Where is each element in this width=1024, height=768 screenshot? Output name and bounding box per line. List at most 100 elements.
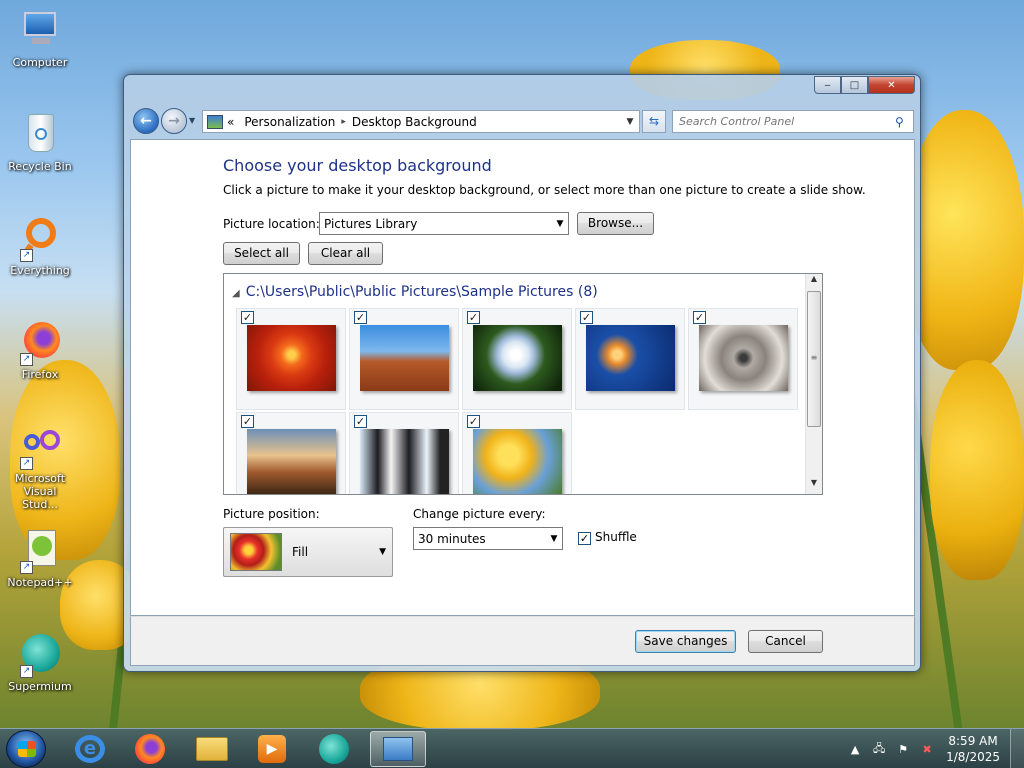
search-icon[interactable]: ⚲ (895, 115, 913, 129)
control-panel-icon (383, 737, 413, 761)
scrollbar-thumb[interactable]: ≡ (807, 291, 821, 427)
desktop-icon-everything[interactable]: ↗ Everything (4, 216, 76, 277)
address-overflow-chevron[interactable]: « (227, 115, 234, 129)
picture-checkbox[interactable]: ✓ (354, 311, 367, 324)
scroll-up-icon[interactable]: ▲ (806, 274, 822, 290)
picture-checkbox[interactable]: ✓ (467, 311, 480, 324)
picture-tile-koala[interactable]: ✓ (688, 308, 798, 410)
address-bar[interactable]: « Personalization ▸ Desktop Background ▼ (202, 110, 640, 133)
clear-all-button[interactable]: Clear all (308, 242, 383, 265)
taskbar-firefox[interactable] (122, 731, 178, 767)
clock[interactable]: 8:59 AM 1/8/2025 (946, 733, 1000, 765)
cancel-button[interactable]: Cancel (748, 630, 823, 653)
firefox-icon (135, 734, 165, 764)
picture-checkbox[interactable]: ✓ (241, 415, 254, 428)
position-preview-thumbnail (230, 533, 282, 571)
desktop-icon-computer[interactable]: Computer (4, 8, 76, 69)
breadcrumb-desktop-background[interactable]: Desktop Background (352, 115, 477, 129)
shortcut-arrow-icon: ↗ (20, 353, 33, 366)
clock-date: 1/8/2025 (946, 750, 1000, 764)
forward-button[interactable]: → (161, 108, 187, 134)
collapse-chevron-icon[interactable]: ◢ (232, 288, 240, 299)
network-icon[interactable]: 🖧 (870, 740, 888, 759)
recycle-bin-icon (18, 112, 62, 156)
shortcut-arrow-icon: ↗ (20, 665, 33, 678)
notepad-plus-plus-icon: ↗ (18, 528, 62, 574)
picture-tile-penguins[interactable]: ✓ (349, 412, 459, 494)
browse-button[interactable]: Browse... (577, 212, 654, 235)
scroll-down-icon[interactable]: ▼ (806, 478, 822, 494)
shuffle-checkbox[interactable]: ✓ (578, 532, 591, 545)
forward-arrow-icon: → (168, 113, 180, 129)
volume-muted-icon[interactable]: ✖ (918, 743, 936, 756)
shuffle-label[interactable]: Shuffle (595, 530, 637, 544)
firefox-icon: ↗ (18, 320, 62, 366)
refresh-button[interactable]: ⇆ (642, 110, 666, 133)
taskbar-windows-media-player[interactable]: ▶ (244, 731, 300, 767)
picture-checkbox[interactable]: ✓ (241, 311, 254, 324)
picture-checkbox[interactable]: ✓ (467, 415, 480, 428)
visual-studio-icon: ↗ (18, 424, 62, 470)
shortcut-arrow-icon: ↗ (20, 249, 33, 262)
desert-thumbnail (360, 325, 449, 391)
close-button[interactable]: ✕ (868, 76, 915, 94)
refresh-icon: ⇆ (648, 114, 660, 128)
desktop-icon-notepad-plus-plus[interactable]: ↗ Notepad++ (4, 528, 76, 589)
clock-time: 8:59 AM (948, 734, 998, 748)
dialog-footer: Save changes Cancel (130, 616, 915, 666)
picture-checkbox[interactable]: ✓ (354, 415, 367, 428)
taskbar-windows-explorer[interactable] (184, 731, 240, 767)
everything-icon: ↗ (18, 216, 62, 262)
picture-checkbox[interactable]: ✓ (693, 311, 706, 324)
picture-checkbox[interactable]: ✓ (580, 311, 593, 324)
select-all-button[interactable]: Select all (223, 242, 300, 265)
shortcut-arrow-icon: ↗ (20, 457, 33, 470)
group-header[interactable]: ◢ C:\Users\Public\Public Pictures\Sample … (232, 284, 598, 300)
picture-gallery[interactable]: ◢ C:\Users\Public\Public Pictures\Sample … (223, 273, 823, 495)
show-desktop-button[interactable] (1010, 729, 1024, 768)
desktop-background-window: ‒ □ ✕ ← → ▼ « Personalization ▸ Desktop … (123, 74, 921, 672)
lighthouse-thumbnail (247, 429, 336, 494)
chevron-down-icon: ▼ (550, 533, 558, 544)
show-hidden-icons-icon[interactable]: ▲ (846, 743, 864, 756)
shortcut-arrow-icon: ↗ (20, 561, 33, 574)
action-center-flag-icon[interactable]: ⚑ (894, 743, 912, 756)
navigation-bar: ← → ▼ « Personalization ▸ Desktop Backgr… (132, 106, 914, 134)
picture-tile-tulips[interactable]: ✓ (462, 412, 572, 494)
desktop-icon-supermium[interactable]: ↗ Supermium (4, 632, 76, 693)
address-dropdown-icon[interactable]: ▼ (621, 117, 639, 127)
change-picture-every-dropdown[interactable]: 30 minutes ▼ (413, 527, 563, 550)
picture-tile-chrysanthemum[interactable]: ✓ (236, 308, 346, 410)
picture-position-dropdown[interactable]: Fill ▼ (223, 527, 393, 577)
maximize-button[interactable]: □ (841, 76, 868, 94)
change-picture-every-value: 30 minutes (418, 531, 486, 546)
gallery-scrollbar[interactable]: ▲ ≡ ▼ (805, 274, 822, 494)
taskbar-internet-explorer[interactable]: e (62, 731, 118, 767)
desktop-icon-visual-studio[interactable]: ↗ Microsoft Visual Stud... (4, 424, 76, 511)
back-button[interactable]: ← (133, 108, 159, 134)
search-box[interactable]: ⚲ (672, 110, 914, 133)
desktop-icon-recycle-bin[interactable]: Recycle Bin (4, 112, 76, 173)
picture-location-dropdown[interactable]: Pictures Library ▼ (319, 212, 569, 235)
desktop-icon-firefox[interactable]: ↗ Firefox (4, 320, 76, 381)
search-input[interactable] (673, 115, 895, 128)
start-button[interactable] (6, 730, 46, 768)
picture-tile-desert[interactable]: ✓ (349, 308, 459, 410)
picture-tile-jellyfish[interactable]: ✓ (575, 308, 685, 410)
page-description: Click a picture to make it your desktop … (223, 183, 866, 197)
picture-tile-lighthouse[interactable]: ✓ (236, 412, 346, 494)
penguins-thumbnail (360, 429, 449, 494)
recent-pages-dropdown[interactable]: ▼ (189, 116, 195, 125)
taskbar-control-panel[interactable] (370, 731, 426, 767)
koala-thumbnail (699, 325, 788, 391)
chevron-down-icon: ▼ (556, 218, 564, 229)
breadcrumb-separator-icon[interactable]: ▸ (341, 117, 346, 127)
taskbar-supermium[interactable] (306, 731, 362, 767)
save-changes-button[interactable]: Save changes (635, 630, 736, 653)
breadcrumb-personalization[interactable]: Personalization (244, 115, 335, 129)
chrysanthemum-thumbnail (247, 325, 336, 391)
picture-tile-hydrangeas[interactable]: ✓ (462, 308, 572, 410)
minimize-button[interactable]: ‒ (814, 76, 841, 94)
supermium-icon (319, 734, 349, 764)
group-header-label: C:\Users\Public\Public Pictures\Sample P… (245, 284, 598, 300)
